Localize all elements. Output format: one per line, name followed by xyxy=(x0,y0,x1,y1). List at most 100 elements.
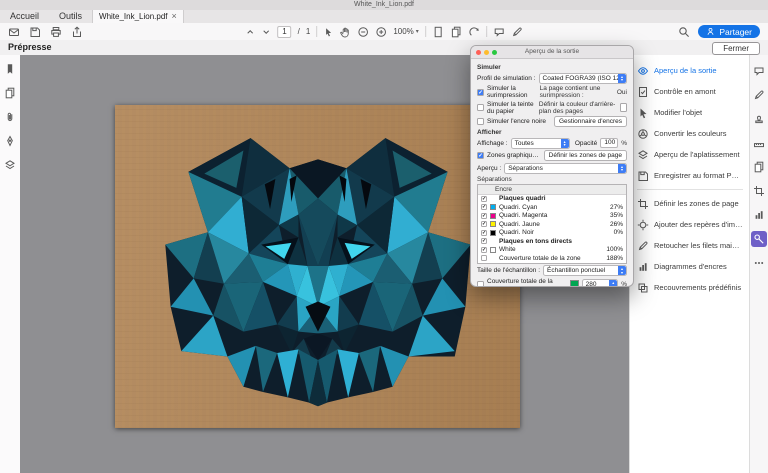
next-page-icon[interactable] xyxy=(261,27,271,37)
separation-row[interactable]: ✓ Plaques en tons directs xyxy=(478,237,626,246)
tool-convert-colors[interactable]: Convertir les couleurs xyxy=(630,123,750,144)
ink-checkbox[interactable]: ✓ xyxy=(481,213,487,219)
document-tab[interactable]: White_Ink_Lion.pdf × xyxy=(92,10,184,23)
separation-row[interactable]: ✓ White 100% xyxy=(478,246,626,255)
ink-name: Quadri. Magenta xyxy=(499,212,604,219)
hand-tool-icon[interactable] xyxy=(339,26,351,38)
page-background-label: Définir la couleur d'arrière-plan des pa… xyxy=(539,101,617,115)
ink-checkbox[interactable]: ✓ xyxy=(481,238,487,244)
tool-label: Convertir les couleurs xyxy=(654,129,727,138)
bookmarks-icon[interactable] xyxy=(4,63,16,75)
close-mode-button[interactable]: Fermer xyxy=(712,42,760,55)
menu-home[interactable]: Accueil xyxy=(0,10,49,23)
ink-checkbox[interactable]: ✓ xyxy=(481,204,487,210)
ink-checkbox[interactable] xyxy=(481,255,487,261)
separation-row[interactable]: ✓ Plaques quadri xyxy=(478,195,626,204)
ink-chart-tool-icon[interactable] xyxy=(751,207,767,223)
tool-add-printer-marks[interactable]: Ajouter des repères d'impression xyxy=(630,214,750,235)
separation-row[interactable]: ✓ Quadri. Noir 0% xyxy=(478,229,626,238)
more-tools-icon[interactable] xyxy=(751,255,767,271)
tool-set-page-boxes[interactable]: Définir les zones de page xyxy=(630,193,750,214)
simulate-paper-checkbox[interactable] xyxy=(477,104,484,111)
tool-flattener-preview[interactable]: Aperçu de l'aplatissement xyxy=(630,144,750,165)
menu-bar: Accueil Outils White_Ink_Lion.pdf × xyxy=(0,10,768,24)
single-page-view-icon[interactable] xyxy=(432,26,444,38)
tac-value-select[interactable]: 280 ▴▾ xyxy=(582,279,619,287)
output-preview-dialog[interactable]: Aperçu de la sortie Simuler Profil de si… xyxy=(470,45,634,287)
stamp-tool-icon[interactable] xyxy=(751,111,767,127)
tool-label: Recouvrements prédéfinis xyxy=(654,283,741,292)
ink-swatch xyxy=(490,255,496,261)
preview-mode-select[interactable]: Séparations ▴▾ xyxy=(504,163,627,174)
toolbar-divider xyxy=(425,26,426,37)
tac-value: 280 xyxy=(586,281,597,287)
simulation-profile-select[interactable]: Coated FOGRA39 (ISO 12647-2:2004) ▴▾ xyxy=(539,73,627,84)
rotate-view-icon[interactable] xyxy=(468,26,480,38)
ink-checkbox[interactable]: ✓ xyxy=(481,247,487,253)
page-layout-icon[interactable] xyxy=(450,26,462,38)
separation-row[interactable]: ✓ Quadri. Magenta 35% xyxy=(478,212,626,221)
layers-icon xyxy=(637,149,649,161)
sample-size-select[interactable]: Échantillon ponctuel ▴▾ xyxy=(543,265,627,276)
tool-save-pdfx[interactable]: Enregistrer au format PDF/X xyxy=(630,165,750,186)
zoom-window-icon[interactable] xyxy=(492,50,497,55)
measure-tool-icon[interactable] xyxy=(751,135,767,151)
mail-icon[interactable] xyxy=(8,26,20,38)
total-area-coverage-checkbox[interactable] xyxy=(477,281,484,287)
prepress-mode-bar: Prépresse Fermer xyxy=(0,40,768,56)
signatures-icon[interactable] xyxy=(4,135,16,147)
opacity-input[interactable]: 100 xyxy=(600,138,618,148)
save-icon[interactable] xyxy=(29,26,41,38)
attachments-icon[interactable] xyxy=(4,111,16,123)
display-select[interactable]: Toutes ▴▾ xyxy=(511,138,570,149)
comment-tool-icon[interactable] xyxy=(751,63,767,79)
tool-trap-presets[interactable]: Recouvrements prédéfinis xyxy=(630,277,750,298)
separation-row[interactable]: Couverture totale de la zone 188% xyxy=(478,254,626,263)
layers-icon[interactable] xyxy=(4,159,16,171)
previous-page-icon[interactable] xyxy=(245,27,255,37)
ink-checkbox[interactable]: ✓ xyxy=(481,196,487,202)
tab-close-icon[interactable]: × xyxy=(172,10,177,23)
page-background-color-well[interactable] xyxy=(620,103,627,112)
tool-edit-object[interactable]: Modifier l'objet xyxy=(630,102,750,123)
tool-ink-coverage[interactable]: Diagrammes d'encres xyxy=(630,256,750,277)
select-tool-icon[interactable] xyxy=(323,27,333,37)
tool-output-preview[interactable]: Aperçu de la sortie xyxy=(630,60,750,81)
zoom-level-select[interactable]: 100% ▾ xyxy=(393,27,418,36)
organize-pages-tool-icon[interactable] xyxy=(751,159,767,175)
tool-fix-hairlines[interactable]: Retoucher les filets maigres xyxy=(630,235,750,256)
set-page-boxes-button[interactable]: Définir les zones de page xyxy=(544,150,627,161)
print-production-tool-icon[interactable] xyxy=(751,231,767,247)
ink-name: Couverture totale de la zone xyxy=(499,255,603,262)
ink-swatch xyxy=(490,213,496,219)
zoom-out-icon[interactable] xyxy=(357,26,369,38)
page-thumbnails-icon[interactable] xyxy=(4,87,16,99)
search-icon[interactable] xyxy=(678,26,690,38)
ink-checkbox[interactable]: ✓ xyxy=(481,221,487,227)
close-window-icon[interactable] xyxy=(476,50,481,55)
simulate-overprint-checkbox[interactable]: ✓ xyxy=(477,89,484,96)
menu-tools[interactable]: Outils xyxy=(49,10,92,23)
share-button[interactable]: Partager xyxy=(698,25,760,38)
page-number-input[interactable]: 1 xyxy=(277,26,291,38)
tool-label: Définir les zones de page xyxy=(654,199,739,208)
ink-manager-button[interactable]: Gestionnaire d'encres xyxy=(554,116,627,127)
tool-preflight[interactable]: Contrôle en amont xyxy=(630,81,750,102)
zoom-in-icon[interactable] xyxy=(375,26,387,38)
doc-check-icon xyxy=(637,86,649,98)
page-boxes-checkbox[interactable]: ✓ xyxy=(477,152,484,159)
share-export-icon[interactable] xyxy=(71,26,83,38)
comment-icon[interactable] xyxy=(493,26,505,38)
separation-row[interactable]: ✓ Quadri. Jaune 26% xyxy=(478,220,626,229)
pen-annotate-icon[interactable] xyxy=(511,26,523,38)
simulate-black-ink-checkbox[interactable] xyxy=(477,118,484,125)
edit-tool-icon[interactable] xyxy=(751,87,767,103)
dialog-titlebar[interactable]: Aperçu de la sortie xyxy=(471,46,633,59)
opacity-label: Opacité xyxy=(575,140,597,147)
print-icon[interactable] xyxy=(50,26,62,38)
crop-tool-icon[interactable] xyxy=(751,183,767,199)
ink-checkbox[interactable]: ✓ xyxy=(481,230,487,236)
minimize-window-icon[interactable] xyxy=(484,50,489,55)
ink-name: Plaques quadri xyxy=(499,195,604,202)
separation-row[interactable]: ✓ Quadri. Cyan 27% xyxy=(478,203,626,212)
